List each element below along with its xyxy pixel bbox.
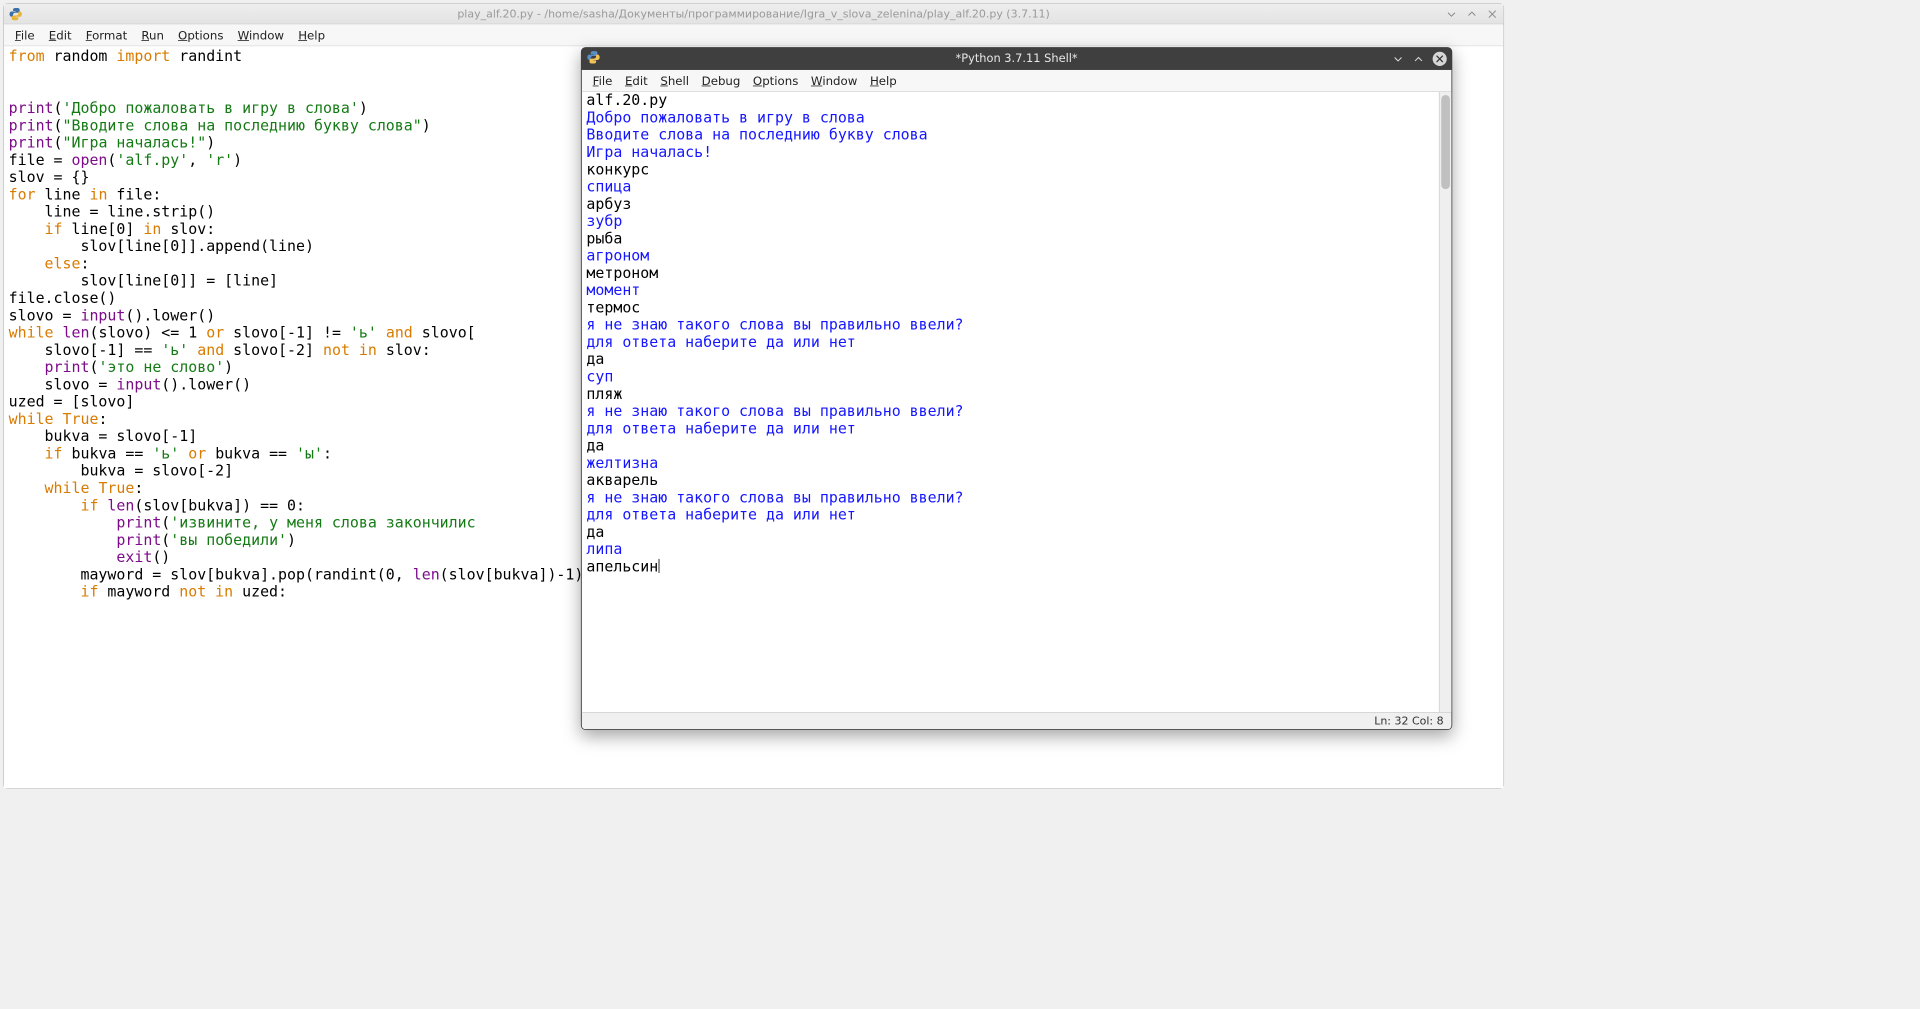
menu-shell[interactable]: Shell [654, 71, 695, 90]
python-icon [9, 7, 23, 21]
minimize-icon[interactable] [1392, 53, 1405, 66]
menu-options[interactable]: Options [747, 71, 805, 90]
editor-title: play_alf.20.py - /home/sasha/Документы/п… [4, 7, 1503, 20]
shell-window: *Python 3.7.11 Shell* FileEditShellDebug… [581, 47, 1452, 730]
cursor-position: Ln: 32 Col: 8 [1374, 715, 1443, 728]
close-icon[interactable] [1433, 52, 1447, 66]
menu-debug[interactable]: Debug [695, 71, 746, 90]
shell-titlebar[interactable]: *Python 3.7.11 Shell* [582, 48, 1452, 70]
menu-edit[interactable]: Edit [42, 26, 77, 45]
menu-run[interactable]: Run [135, 26, 170, 45]
scrollbar[interactable] [1439, 92, 1452, 712]
editor-titlebar[interactable]: play_alf.20.py - /home/sasha/Документы/п… [4, 4, 1503, 24]
menu-help[interactable]: Help [864, 71, 903, 90]
menu-format[interactable]: Format [79, 26, 133, 45]
menu-window[interactable]: Window [231, 26, 290, 45]
maximize-icon[interactable] [1466, 7, 1479, 20]
maximize-icon[interactable] [1412, 53, 1425, 66]
shell-content[interactable]: alf.20.py Добро пожаловать в игру в слов… [582, 92, 1452, 576]
menu-help[interactable]: Help [292, 26, 331, 45]
editor-menubar: FileEditFormatRunOptionsWindowHelp [4, 24, 1503, 46]
menu-window[interactable]: Window [805, 71, 864, 90]
menu-edit[interactable]: Edit [619, 71, 654, 90]
shell-output[interactable]: alf.20.py Добро пожаловать в игру в слов… [582, 92, 1452, 712]
shell-title: *Python 3.7.11 Shell* [582, 53, 1452, 66]
menu-file[interactable]: File [9, 26, 41, 45]
scrollbar-thumb[interactable] [1441, 95, 1450, 189]
menu-options[interactable]: Options [172, 26, 230, 45]
python-icon [586, 50, 600, 67]
menu-file[interactable]: File [586, 71, 618, 90]
close-icon[interactable] [1486, 7, 1499, 20]
minimize-icon[interactable] [1445, 7, 1458, 20]
shell-menubar: FileEditShellDebugOptionsWindowHelp [582, 70, 1452, 92]
shell-statusbar: Ln: 32 Col: 8 [582, 712, 1452, 729]
